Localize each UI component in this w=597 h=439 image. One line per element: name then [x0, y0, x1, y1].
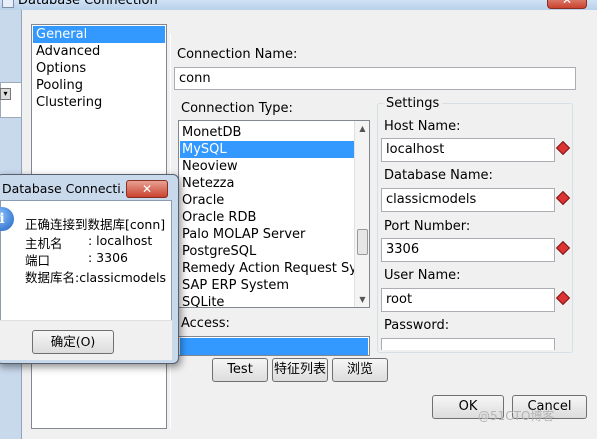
feature-list-button[interactable]: 特征列表 — [272, 358, 328, 382]
password-input[interactable] — [381, 338, 555, 350]
database-name-input[interactable]: classicmodels — [381, 188, 555, 212]
list-item-selected[interactable]: MySQL — [180, 141, 354, 158]
access-item-selected[interactable] — [180, 338, 368, 355]
host-name-label: Host Name: — [384, 119, 461, 134]
list-item[interactable]: MonetDB — [180, 124, 354, 141]
message-database-line: 数据库名:classicmodels — [25, 270, 167, 285]
list-item[interactable]: Oracle — [180, 192, 354, 209]
port-number-label: Port Number: — [384, 219, 471, 234]
nav-item-general[interactable]: General — [33, 26, 165, 43]
list-item[interactable]: PostgreSQL — [180, 243, 354, 260]
scroll-thumb[interactable] — [357, 229, 368, 255]
list-item[interactable]: Palo MOLAP Server — [180, 226, 354, 243]
list-item[interactable]: Neoview — [180, 158, 354, 175]
database-name-label: Database Name: — [384, 168, 493, 183]
list-item[interactable]: Oracle RDB — [180, 209, 354, 226]
connection-type-label: Connection Type: — [181, 101, 293, 116]
host-name-input[interactable]: localhost — [381, 138, 555, 162]
watermark: @51CTO博客 — [478, 409, 555, 423]
nav-item-pooling[interactable]: Pooling — [33, 77, 165, 94]
list-item[interactable]: Netezza — [180, 175, 354, 192]
user-name-label: User Name: — [384, 268, 461, 283]
message-box-close-button[interactable]: ✕ — [126, 180, 168, 198]
scroll-down-icon[interactable]: ▼ — [355, 292, 370, 307]
browse-button[interactable]: 浏览 — [332, 358, 388, 382]
list-item[interactable]: SAP ERP System — [180, 277, 354, 294]
app-icon — [2, 0, 14, 8]
window-title: Database Connection — [18, 0, 158, 8]
scroll-up-icon[interactable]: ▲ — [355, 121, 370, 136]
connection-type-list[interactable]: MonetDB MySQL Neoview Netezza Oracle Ora… — [178, 120, 370, 308]
list-item[interactable]: SQLite — [180, 294, 354, 307]
access-list[interactable] — [178, 336, 370, 356]
nav-item-clustering[interactable]: Clustering — [33, 94, 165, 111]
message-port-value: : 3306 — [88, 250, 128, 265]
password-label: Password: — [384, 318, 450, 333]
connection-name-label: Connection Name: — [177, 47, 298, 62]
nav-item-options[interactable]: Options — [33, 60, 165, 77]
user-name-input[interactable]: root — [381, 288, 555, 312]
background-dropdown-icon: ▾ — [0, 88, 11, 100]
message-host-value: : localhost — [88, 233, 153, 248]
list-item[interactable]: Remedy Action Request Syste — [180, 260, 354, 277]
test-button[interactable]: Test — [212, 358, 268, 382]
message-line-connected: 正确连接到数据库[conn] — [25, 217, 166, 232]
close-button[interactable]: ✕ — [547, 0, 587, 9]
list-scrollbar[interactable]: ▲ ▼ — [354, 121, 369, 307]
message-box-title: Database Connecti... — [2, 181, 133, 196]
settings-legend: Settings — [383, 96, 443, 111]
port-number-input[interactable]: 3306 — [381, 238, 555, 262]
access-label: Access: — [181, 316, 230, 331]
message-ok-button[interactable]: 确定(O) — [32, 330, 114, 354]
connection-name-input[interactable]: conn — [174, 67, 576, 90]
nav-item-advanced[interactable]: Advanced — [33, 43, 165, 60]
